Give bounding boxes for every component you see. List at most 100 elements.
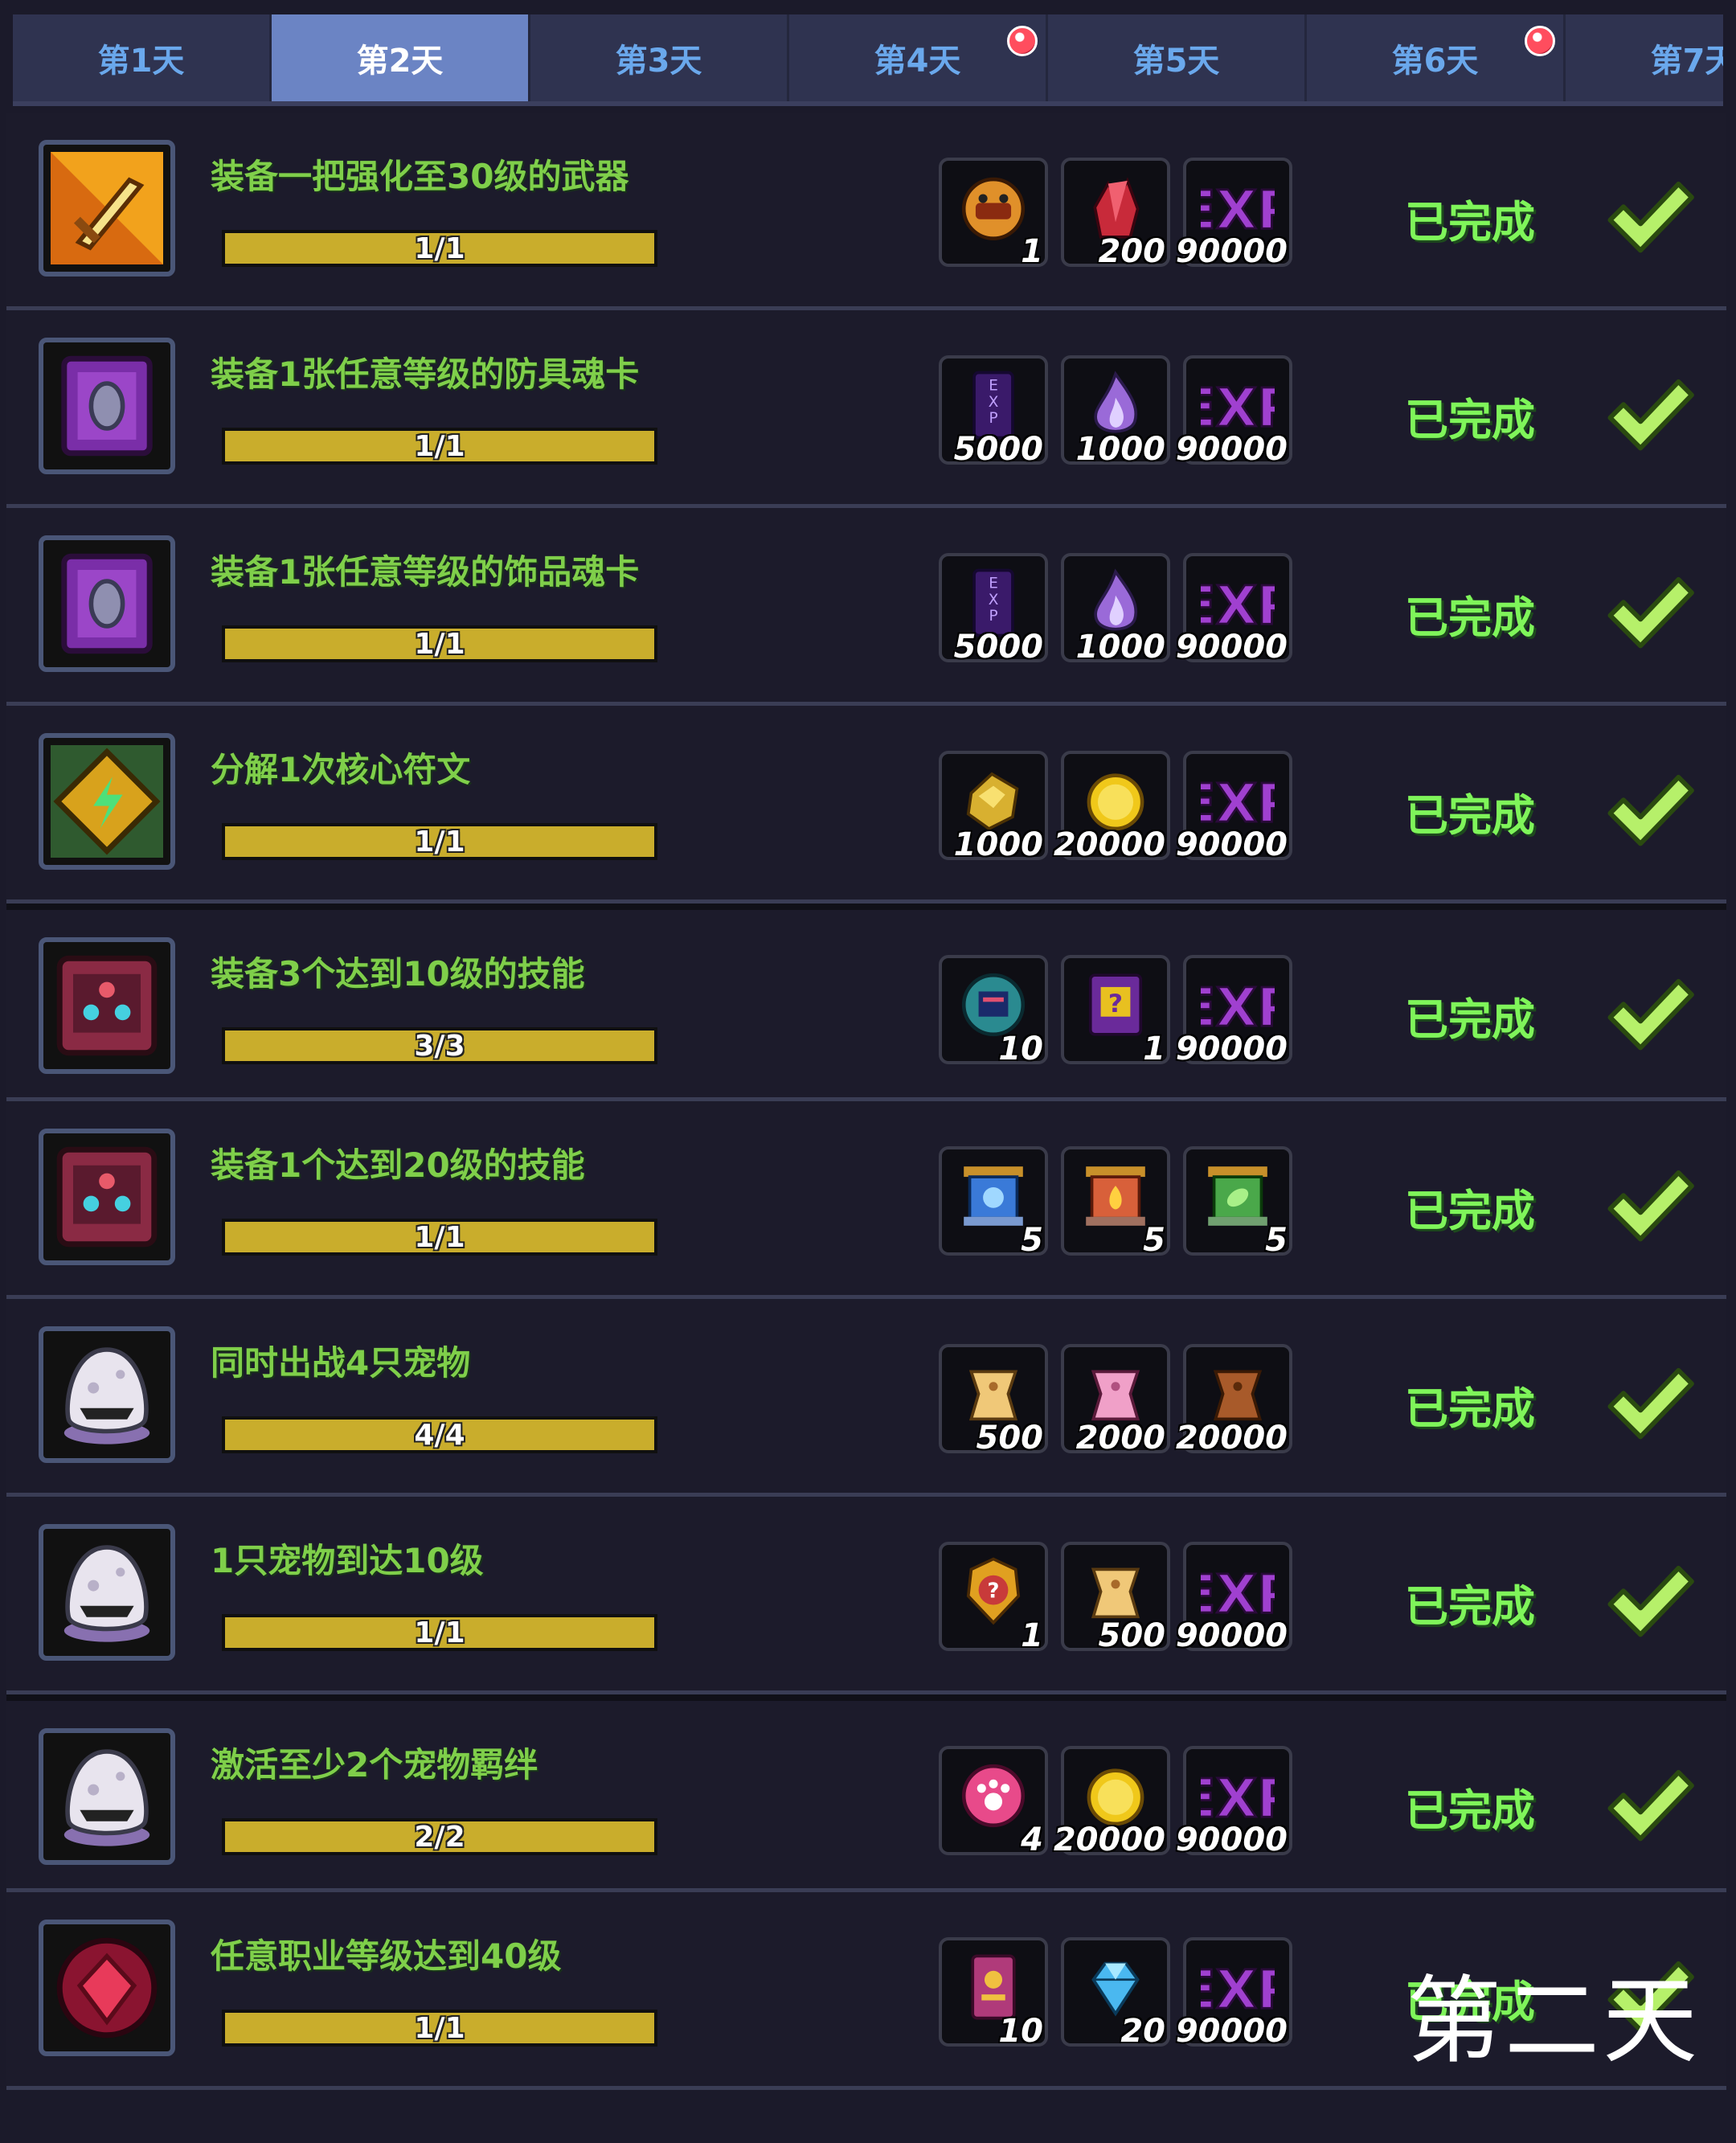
reward-count: 1000: [1075, 431, 1165, 468]
tab-label: 第2天: [356, 43, 444, 80]
status-completed: 已完成: [1405, 197, 1535, 248]
reward-count: 20000: [1053, 826, 1165, 863]
reward-item[interactable]: 10: [939, 955, 1048, 1067]
reward-list: 4 20000 EXP90000: [939, 1746, 1297, 1858]
reward-list: EXP50001000EXP90000: [939, 553, 1297, 666]
reward-item[interactable]: 20: [1061, 1937, 1170, 2050]
task-row: 装备1个达到20级的技能 1/1 5 5 5 已完成: [6, 1101, 1726, 1299]
checkmark-icon: [1603, 1158, 1697, 1252]
tab-label: 第7天: [1650, 43, 1723, 80]
progress-text: 2/2: [414, 1820, 465, 1854]
status-completed: 已完成: [1405, 994, 1535, 1045]
reward-item[interactable]: 20000: [1054, 1746, 1170, 1858]
task-title: 装备1张任意等级的防具魂卡: [211, 354, 640, 394]
reward-item[interactable]: 5: [939, 1146, 1048, 1259]
checkmark-icon: [1603, 1757, 1697, 1852]
reward-item[interactable]: EXP90000: [1176, 1937, 1297, 2050]
reward-count: 90000: [1175, 826, 1288, 863]
reward-item[interactable]: 10: [939, 1937, 1048, 2050]
svg-text:EXP: EXP: [1201, 1563, 1275, 1625]
reward-count: 5: [1021, 1222, 1043, 1259]
reward-item[interactable]: E X P 5000: [939, 355, 1048, 468]
reward-item[interactable]: 1000: [1061, 355, 1170, 468]
tab-day-3[interactable]: 第3天: [530, 14, 789, 101]
progress-text: 1/1: [414, 232, 465, 265]
task-row: 装备3个达到10级的技能3/310?1EXP90000已完成: [6, 904, 1726, 1101]
reward-item[interactable]: EXP90000: [1176, 955, 1297, 1067]
reward-item[interactable]: EXP90000: [1176, 553, 1297, 666]
reward-count: 1: [1143, 1031, 1165, 1067]
rune-icon: [39, 733, 175, 870]
tab-day-7[interactable]: 第7天: [1566, 14, 1723, 101]
tab-label: 第1天: [97, 43, 185, 80]
checkmark-icon: [1603, 1355, 1697, 1450]
reward-item[interactable]: EXP90000: [1176, 1746, 1297, 1858]
tab-day-2[interactable]: 第2天: [272, 14, 530, 101]
tab-day-4[interactable]: 第4天: [789, 14, 1048, 101]
reward-item[interactable]: 500: [1061, 1542, 1170, 1654]
progress-bar: 1/1: [222, 1614, 657, 1651]
svg-text:E: E: [989, 378, 998, 395]
reward-item[interactable]: 5: [1061, 1146, 1170, 1259]
tab-label: 第5天: [1132, 43, 1220, 80]
svg-text:X: X: [989, 592, 999, 608]
reward-count: 5000: [953, 629, 1043, 666]
reward-item[interactable]: 500: [939, 1344, 1048, 1457]
tab-day-1[interactable]: 第1天: [13, 14, 272, 101]
svg-text:?: ?: [1108, 990, 1123, 1018]
progress-bar: 1/1: [222, 2010, 657, 2047]
progress-text: 4/4: [414, 1418, 465, 1452]
mystery-badge-icon: ?: [956, 1555, 1030, 1629]
reward-item[interactable]: 4: [939, 1746, 1048, 1858]
svg-text:EXP: EXP: [1201, 772, 1275, 834]
svg-text:EXP: EXP: [1201, 1768, 1275, 1830]
progress-text: 1/1: [414, 429, 465, 463]
red-dot-badge-icon: [1007, 26, 1038, 56]
status-completed: 已完成: [1405, 395, 1535, 445]
reward-item[interactable]: E X P 5000: [939, 553, 1048, 666]
reward-item[interactable]: ? 1: [939, 1542, 1048, 1654]
task-list: 装备一把强化至30级的武器1/11200EXP90000已完成装备1张任意等级的…: [6, 113, 1726, 2090]
reward-count: 500: [1098, 1617, 1166, 1654]
task-row: 装备1张任意等级的饰品魂卡1/1EXP50001000EXP90000已完成: [6, 508, 1726, 706]
task-title: 装备3个达到10级的技能: [211, 954, 585, 994]
reward-list: 1 200 EXP90000: [939, 158, 1297, 270]
reward-count: 2000: [1075, 1420, 1165, 1457]
reward-count: 90000: [1175, 1821, 1288, 1858]
reward-item[interactable]: EXP90000: [1176, 158, 1297, 270]
status-completed: 已完成: [1405, 1383, 1535, 1434]
progress-bar: 1/1: [222, 1219, 657, 1256]
tab-label: 第3天: [615, 43, 702, 80]
reward-item[interactable]: 200: [1061, 158, 1170, 270]
reward-item[interactable]: 1: [939, 158, 1048, 270]
tab-day-6[interactable]: 第6天: [1307, 14, 1566, 101]
reward-item[interactable]: 2000: [1061, 1344, 1170, 1457]
progress-text: 1/1: [414, 1616, 465, 1649]
task-row: 同时出战4只宠物 4/4 500 2000 20000 已完成: [6, 1299, 1726, 1497]
task-title: 分解1次核心符文: [211, 750, 471, 789]
reward-count: 5: [1143, 1222, 1165, 1259]
svg-text:EXP: EXP: [1201, 377, 1275, 439]
task-title: 同时出战4只宠物: [211, 1343, 471, 1383]
reward-item[interactable]: 20000: [1054, 751, 1170, 863]
reward-item[interactable]: 1000: [1061, 553, 1170, 666]
reward-item[interactable]: ? 1: [1061, 955, 1170, 1067]
reward-item[interactable]: 5: [1183, 1146, 1292, 1259]
skill-book-icon: [39, 937, 175, 1074]
status-completed: 已完成: [1405, 592, 1535, 643]
reward-item[interactable]: EXP90000: [1176, 1542, 1297, 1654]
reward-item[interactable]: EXP90000: [1176, 355, 1297, 468]
reward-item[interactable]: EXP90000: [1176, 751, 1297, 863]
reward-count: 1000: [953, 826, 1043, 863]
reward-list: EXP5000 1000 EXP90000: [939, 355, 1297, 468]
reward-item[interactable]: 20000: [1176, 1344, 1292, 1457]
task-row: 装备一把强化至30级的武器 1/1 1 200 EXP90000 已完成: [6, 113, 1726, 310]
task-title: 装备1张任意等级的饰品魂卡: [211, 552, 640, 592]
reward-list: 1000 20000 EXP90000: [939, 751, 1297, 863]
task-row: 分解1次核心符文 1/1 1000 20000 EXP90000 已完成: [6, 706, 1726, 904]
tab-day-5[interactable]: 第5天: [1048, 14, 1307, 101]
status-completed: 已完成: [1405, 1581, 1535, 1632]
skill-book-icon: [39, 1129, 175, 1265]
reward-count: 5: [1265, 1222, 1288, 1259]
reward-item[interactable]: 1000: [939, 751, 1048, 863]
